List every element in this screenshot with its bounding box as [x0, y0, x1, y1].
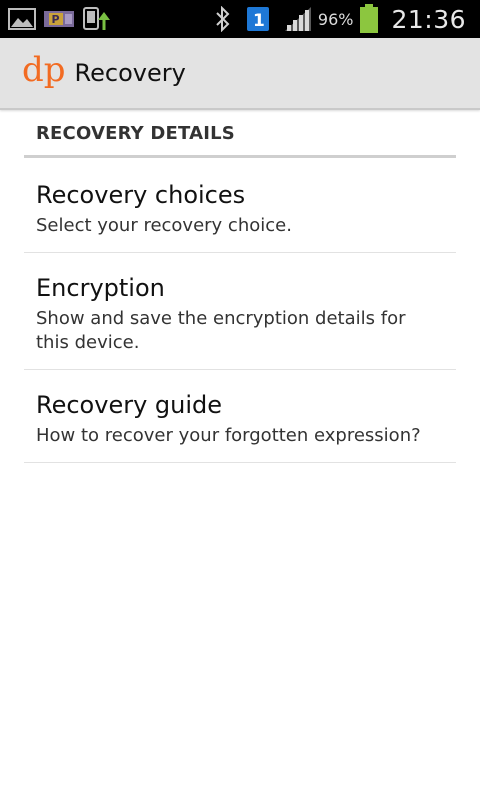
notification-1-icon: 1	[246, 6, 270, 32]
status-clock: 21:36	[391, 4, 466, 34]
pref-item-recovery-guide[interactable]: Recovery guide How to recover your forgo…	[24, 370, 456, 463]
app-logo[interactable]: dp	[22, 53, 66, 93]
pref-item-recovery-choices[interactable]: Recovery choices Select your recovery ch…	[24, 158, 456, 253]
pref-item-encryption[interactable]: Encryption Show and save the encryption …	[24, 253, 456, 370]
pref-title: Recovery choices	[36, 181, 246, 209]
parking-app-icon: P	[44, 9, 74, 29]
page-title: Recovery	[74, 59, 186, 87]
pref-summary: How to recover your forgotten expression…	[36, 425, 421, 446]
battery-icon	[359, 4, 379, 34]
pref-summary: Show and save the encryption details for…	[36, 308, 406, 353]
bluetooth-icon	[214, 6, 232, 32]
pref-summary: Select your recovery choice.	[36, 215, 292, 236]
phone-upload-icon	[82, 6, 110, 32]
pref-title: Recovery guide	[36, 391, 223, 419]
svg-text:P: P	[52, 13, 60, 26]
signal-icon	[284, 6, 312, 32]
section-header: RECOVERY DETAILS	[24, 112, 456, 158]
notification-badge-text: 1	[253, 11, 265, 31]
battery-percent: 96%	[317, 9, 354, 29]
status-bar: P 1 96% 21:36	[0, 0, 480, 38]
preferences-list: RECOVERY DETAILS Recovery choices Select…	[24, 112, 456, 463]
action-bar: dp Recovery	[0, 38, 480, 110]
gallery-icon	[8, 7, 36, 31]
pref-title: Encryption	[36, 274, 165, 302]
